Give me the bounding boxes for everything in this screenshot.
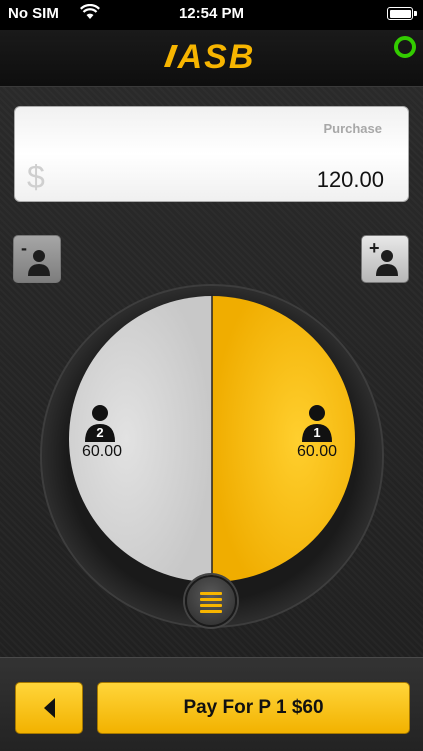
person-icon [376,250,398,276]
status-bar: No SIM 12:54 PM [0,0,423,30]
nav-bar: ASB [0,30,423,87]
share-slice-person-1[interactable] [212,296,355,582]
dollar-icon: $ [27,159,45,195]
remove-person-button[interactable]: - [13,235,61,283]
clock-time: 12:54 PM [178,5,245,22]
pay-button[interactable]: Pay For P 1 $60 [97,682,410,734]
person-1-amount: 60.00 [296,443,338,460]
logo-slash-icon [163,45,178,68]
person-1-number: 1 [313,425,321,440]
battery-icon [387,7,417,20]
person-2-amount: 60.00 [81,443,123,460]
back-button[interactable] [15,682,83,734]
back-arrow-icon [44,698,55,718]
amount-value[interactable]: 120.00 [317,167,384,193]
brand-name: ASB [177,38,256,76]
add-person-button[interactable]: + [361,235,409,283]
online-status-icon [394,36,416,58]
footer-bar: Pay For P 1 $60 [0,657,423,751]
amount-label: Purchase [323,121,382,136]
brand-logo: ASB [0,38,423,77]
purchase-amount-field[interactable]: Purchase $ 120.00 [14,106,409,202]
person-icon [28,250,50,276]
menu-icon[interactable] [185,575,237,627]
person-2-number: 2 [96,425,104,440]
